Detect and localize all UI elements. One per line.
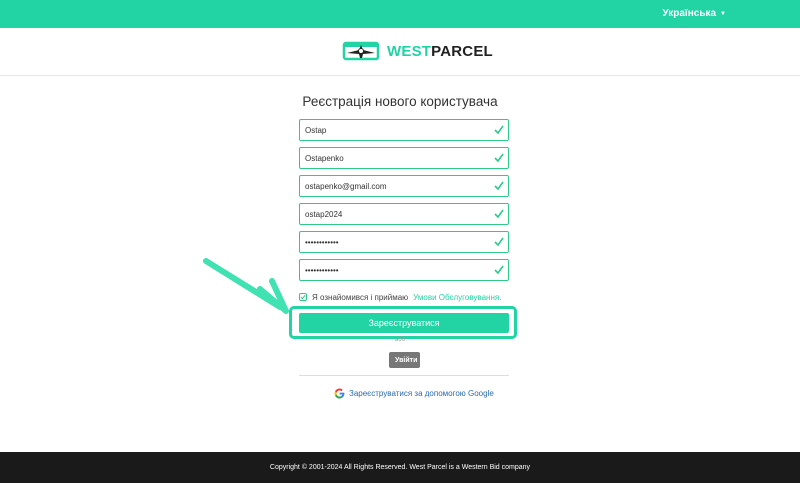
page-title: Реєстрація нового користувача bbox=[302, 94, 498, 109]
password-input[interactable] bbox=[300, 232, 485, 253]
terms-agreement: Я ознайомився і приймаю Умови Обслуговув… bbox=[299, 291, 501, 303]
email-field bbox=[299, 175, 509, 197]
plane-box-logo-icon bbox=[342, 41, 380, 61]
brand-west: WEST bbox=[387, 42, 432, 60]
last-name-input[interactable] bbox=[300, 148, 485, 169]
register-button[interactable]: Зареєструватися bbox=[299, 313, 509, 333]
checkmark-icon bbox=[300, 294, 306, 300]
check-icon bbox=[494, 181, 504, 191]
caret-down-icon: ▼ bbox=[720, 10, 726, 17]
top-bar: Українська ▼ bbox=[0, 0, 800, 28]
last-name-field bbox=[299, 147, 509, 169]
email-input[interactable] bbox=[300, 176, 485, 197]
terms-checkbox[interactable] bbox=[299, 293, 307, 301]
username-field bbox=[299, 203, 509, 225]
check-icon bbox=[494, 265, 504, 275]
copyright-text: Copyright © 2001-2024 All Rights Reserve… bbox=[269, 464, 531, 471]
google-signup-link[interactable]: Зареєструватися за допомогою Google bbox=[334, 387, 494, 399]
confirm-password-field bbox=[299, 259, 509, 281]
or-separator: або bbox=[394, 337, 406, 343]
header: WESTPARCEL bbox=[0, 28, 800, 76]
google-signup-text: Зареєструватися за допомогою Google bbox=[349, 388, 494, 398]
terms-text: Я ознайомився і приймаю bbox=[312, 292, 409, 302]
logo[interactable]: WESTPARCEL bbox=[341, 38, 493, 64]
password-field bbox=[299, 231, 509, 253]
check-icon bbox=[494, 125, 504, 135]
check-icon bbox=[494, 209, 504, 219]
check-icon bbox=[494, 153, 504, 163]
brand-parcel: PARCEL bbox=[431, 42, 493, 60]
divider bbox=[299, 375, 509, 376]
annotation-arrow-icon bbox=[203, 258, 289, 314]
confirm-password-input[interactable] bbox=[300, 260, 485, 281]
first-name-field bbox=[299, 119, 509, 141]
login-button[interactable]: Увійти bbox=[389, 352, 420, 368]
language-selector[interactable]: Українська ▼ bbox=[662, 8, 726, 19]
google-icon bbox=[334, 388, 345, 398]
check-icon bbox=[494, 237, 504, 247]
first-name-input[interactable] bbox=[300, 120, 485, 141]
footer: Copyright © 2001-2024 All Rights Reserve… bbox=[0, 452, 800, 483]
terms-link[interactable]: Умови Обслуговування. bbox=[413, 293, 501, 302]
language-label: Українська bbox=[662, 8, 717, 19]
username-input[interactable] bbox=[300, 204, 485, 225]
